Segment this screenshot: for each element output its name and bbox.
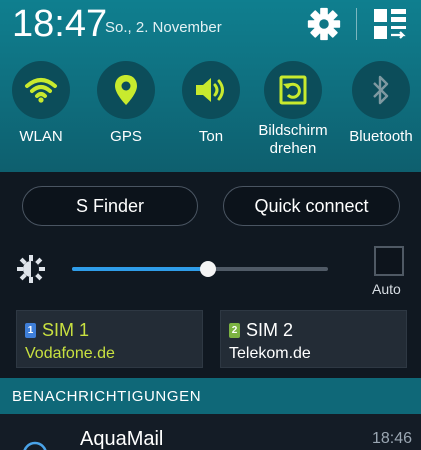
quick-connect-button[interactable]: Quick connect: [223, 186, 400, 226]
location-pin-icon: [115, 75, 137, 105]
sim-label: SIM 2: [246, 320, 294, 340]
brightness-slider[interactable]: [72, 261, 328, 277]
sim-label: SIM 1: [42, 320, 90, 340]
header-divider: [356, 8, 357, 40]
notification-app-name: AquaMail: [80, 428, 164, 450]
notification-time: 18:46: [372, 430, 413, 447]
sim-card-icon: 1: [25, 323, 36, 338]
notifications-header: BENACHRICHTIGUNGEN: [0, 378, 421, 414]
settings-gear-icon[interactable]: [305, 5, 343, 43]
sim-card-1[interactable]: 1 SIM 1 Vodafone.de: [16, 310, 203, 368]
quick-settings-panel: 18:47 So., 2. November WLAN GPS Ton Bild…: [0, 0, 421, 172]
screen-rotate-icon: [279, 75, 307, 105]
brightness-slider-fill: [72, 267, 208, 271]
clock: 18:47: [12, 3, 108, 45]
brightness-slider-thumb[interactable]: [199, 261, 216, 277]
auto-brightness-label: Auto: [372, 281, 401, 297]
tile-label: GPS: [110, 128, 142, 145]
tile-wlan[interactable]: WLAN: [0, 61, 84, 146]
tile-label: WLAN: [19, 128, 63, 145]
bluetooth-icon: [373, 75, 389, 105]
notifications-header-label: BENACHRICHTIGUNGEN: [12, 388, 202, 405]
wifi-icon: [25, 78, 57, 103]
tile-ton[interactable]: Ton: [168, 61, 254, 146]
speaker-icon: [196, 78, 224, 102]
tile-label: Ton: [198, 128, 224, 145]
notification-item-aquamail[interactable]: AquaMail 18:46: [0, 414, 421, 450]
aquamail-icon: [23, 441, 47, 450]
sim-network: Telekom.de: [229, 345, 311, 362]
sim-card-2[interactable]: 2 SIM 2 Telekom.de: [220, 310, 407, 368]
s-finder-button[interactable]: S Finder: [22, 186, 198, 226]
tile-bildschirm-drehen[interactable]: Bildschirm drehen: [250, 61, 336, 158]
tile-label: Bluetooth: [349, 128, 413, 145]
tile-label: Bildschirm drehen: [258, 122, 328, 157]
sim-card-icon: 2: [229, 323, 240, 338]
brightness-icon: [17, 255, 45, 283]
edit-tiles-grid-icon[interactable]: [373, 8, 407, 40]
tile-bluetooth[interactable]: Bluetooth: [338, 61, 421, 146]
tile-gps[interactable]: GPS: [83, 61, 169, 146]
date: So., 2. November: [105, 19, 222, 36]
sim-network: Vodafone.de: [25, 345, 115, 362]
auto-brightness-checkbox[interactable]: [374, 246, 404, 276]
